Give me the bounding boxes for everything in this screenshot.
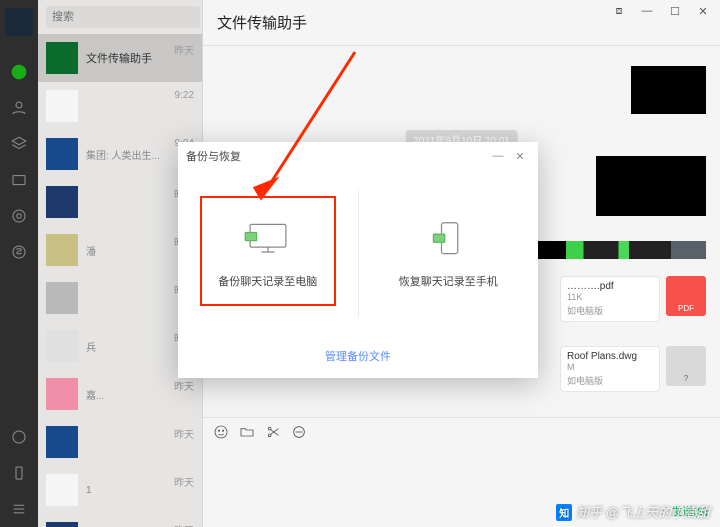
restore-to-phone-option[interactable]: 恢复聊天记录至手机 <box>359 170 539 338</box>
media-thumb[interactable] <box>596 156 706 216</box>
close-icon[interactable]: ✕ <box>690 2 716 20</box>
mobile-icon[interactable] <box>9 463 29 483</box>
pdf-file-icon: PDF <box>666 276 706 316</box>
contacts-icon[interactable] <box>9 98 29 118</box>
media-strip[interactable] <box>531 241 706 259</box>
unknown-file-icon: ? <box>666 346 706 386</box>
maximize-icon[interactable]: ☐ <box>662 2 688 20</box>
minimize-icon[interactable]: — <box>634 2 660 20</box>
modal-close-icon[interactable]: ✕ <box>510 150 530 163</box>
chat-list-item[interactable]: 文件传输助手昨天 <box>38 34 202 82</box>
file-bubble[interactable]: ……….pdf 11K 如电脑版 <box>560 276 660 322</box>
chat-icon[interactable] <box>9 62 29 82</box>
window-controls: ⧈ — ☐ ✕ <box>606 2 716 20</box>
modal-minimize-icon[interactable]: — <box>488 150 508 163</box>
moments-icon[interactable] <box>9 206 29 226</box>
file-bubble[interactable]: Roof Plans.dwg M 如电脑版 <box>560 346 660 392</box>
watermark: 知知乎 @飞上天的小高甜 <box>556 502 710 521</box>
chat-list-item[interactable]: 9:22 <box>38 82 202 130</box>
media-thumb[interactable] <box>631 66 706 114</box>
folder-icon[interactable] <box>239 424 255 445</box>
chat-list-item[interactable]: 昨天 <box>38 418 202 466</box>
phone-icon <box>422 219 474 259</box>
backup-to-pc-option[interactable]: 备份聊天记录至电脑 <box>178 170 358 338</box>
miniprogram-icon[interactable] <box>9 242 29 262</box>
chat-list-item[interactable]: 1昨天 <box>38 466 202 514</box>
emoji-icon[interactable] <box>213 424 229 445</box>
pin-icon[interactable]: ⧈ <box>606 2 632 20</box>
monitor-icon <box>242 219 294 259</box>
manage-backup-link[interactable]: 管理备份文件 <box>178 338 538 378</box>
history-icon[interactable] <box>291 424 307 445</box>
files-icon[interactable] <box>9 170 29 190</box>
restore-label: 恢复聊天记录至手机 <box>399 273 498 289</box>
menu-icon[interactable] <box>9 499 29 519</box>
backup-restore-modal: 备份与恢复 — ✕ 备份聊天记录至电脑 恢复聊天记录至手机 管理备份文件 <box>178 142 538 378</box>
scissors-icon[interactable] <box>265 424 281 445</box>
phone-icon[interactable] <box>9 427 29 447</box>
self-avatar[interactable] <box>5 8 33 36</box>
modal-title: 备份与恢复 <box>186 148 241 164</box>
collection-icon[interactable] <box>9 134 29 154</box>
backup-label: 备份聊天记录至电脑 <box>218 273 317 289</box>
search-input[interactable] <box>46 6 200 28</box>
side-navbar <box>0 0 38 527</box>
chat-list-item[interactable]: 昨天 <box>38 514 202 527</box>
